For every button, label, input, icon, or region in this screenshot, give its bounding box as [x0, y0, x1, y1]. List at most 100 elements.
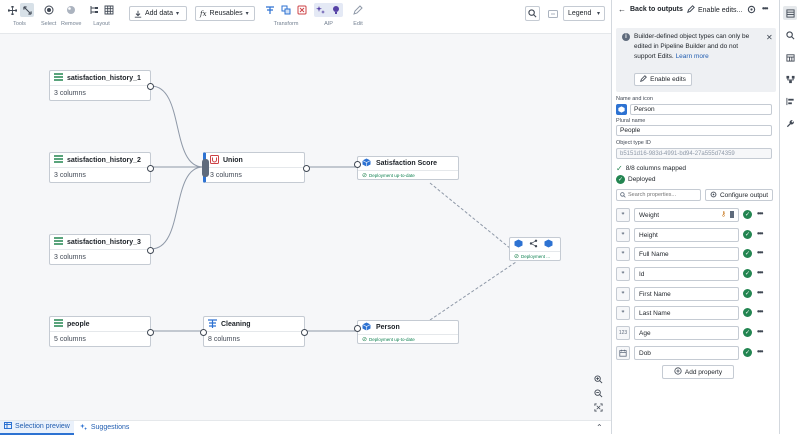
search-icon[interactable]	[525, 6, 540, 21]
chevron-down-icon: ▾	[176, 11, 180, 17]
string-type-icon[interactable]: ❞	[616, 247, 630, 261]
cube-icon	[362, 322, 371, 333]
object-node-satisfaction-score[interactable]: Satisfaction Score ⊘ Deployment up-to-dat…	[354, 156, 459, 180]
string-type-icon[interactable]: ❞	[616, 228, 630, 242]
transform-union-icon[interactable]	[279, 3, 293, 17]
edit-pencil-icon[interactable]	[351, 3, 365, 17]
more-options-icon[interactable]: •••	[757, 327, 763, 336]
more-options-icon[interactable]: •••	[757, 307, 763, 316]
object-icon-picker[interactable]	[616, 104, 627, 115]
add-data-button[interactable]: Add data ▾	[129, 6, 187, 21]
property-name[interactable]: Height	[634, 228, 739, 242]
more-options-icon[interactable]: •••	[757, 268, 763, 277]
chevron-up-icon[interactable]: ⌃	[596, 423, 603, 432]
chevron-down-icon: ▾	[245, 11, 249, 17]
legend-dropdown[interactable]: Legend ▾	[563, 6, 605, 21]
number-type-icon[interactable]: 123	[616, 326, 630, 340]
more-options-icon[interactable]: •••	[757, 209, 763, 218]
suggestions-tab[interactable]: Suggestions	[74, 423, 136, 433]
align-layers-icon[interactable]	[783, 94, 797, 108]
object-node-person[interactable]: Person ⊘ Deployment up-to-date	[354, 320, 459, 344]
dataset-node[interactable]: satisfaction_history_2 3 columns	[49, 152, 154, 183]
enable-edits-header-button[interactable]: Enable edits...	[687, 5, 742, 15]
zoom-in-icon[interactable]	[592, 373, 605, 386]
date-type-icon[interactable]	[616, 346, 630, 360]
more-options-icon[interactable]: •••	[757, 248, 763, 257]
string-type-icon[interactable]: ❞	[616, 208, 630, 222]
search-icon[interactable]	[783, 28, 797, 42]
input-port[interactable]	[354, 161, 361, 168]
pipeline-canvas[interactable]: satisfaction_history_1 3 columns satisfa…	[0, 34, 611, 420]
transform-node-union[interactable]: Union 3 columns	[202, 152, 310, 183]
transform-node-cleaning[interactable]: Cleaning 8 columns	[200, 316, 308, 347]
property-row[interactable]: ❞ Full Name ✓ •••	[616, 247, 780, 261]
output-port[interactable]	[303, 165, 310, 172]
property-name[interactable]: Last Name	[634, 306, 739, 320]
output-port[interactable]	[147, 329, 154, 336]
layout-tree-icon[interactable]	[87, 3, 101, 17]
string-type-icon[interactable]: ❞	[616, 306, 630, 320]
transform-filter-icon[interactable]	[295, 3, 309, 17]
zoom-out-icon[interactable]	[592, 387, 605, 400]
dataset-node[interactable]: satisfaction_history_3 3 columns	[49, 234, 154, 265]
more-options-icon[interactable]: •••	[757, 229, 763, 238]
object-name: Person	[376, 324, 400, 331]
input-port[interactable]	[200, 329, 207, 336]
property-name[interactable]: Age	[634, 326, 739, 340]
settings-icon[interactable]	[747, 5, 756, 16]
property-name[interactable]: Full Name	[634, 247, 739, 261]
calendar-grid-icon[interactable]	[783, 50, 797, 64]
more-options-icon[interactable]: •••	[762, 4, 768, 13]
add-property-button[interactable]: Add property	[662, 365, 734, 379]
layout-grid-icon[interactable]	[102, 3, 116, 17]
output-port[interactable]	[147, 165, 154, 172]
dataset-node[interactable]: people 5 columns	[49, 316, 154, 347]
reusables-button[interactable]: fx Reusables ▾	[195, 6, 255, 21]
selection-preview-tab[interactable]: Selection preview	[0, 420, 74, 435]
select-all-icon[interactable]	[42, 3, 56, 17]
back-to-outputs-button[interactable]: ← Back to outputs	[618, 5, 683, 14]
property-name[interactable]: Id	[634, 267, 739, 281]
graph-nodes-icon[interactable]	[783, 72, 797, 86]
property-row[interactable]: Dob ✓ •••	[616, 346, 780, 360]
output-port[interactable]	[147, 247, 154, 254]
remove-icon[interactable]	[64, 3, 78, 17]
link-node[interactable]: ⊘ Deployment ...	[509, 237, 561, 261]
plural-name-input[interactable]: People	[616, 125, 772, 136]
aip-bulb-icon[interactable]	[329, 3, 343, 17]
close-icon[interactable]: ✕	[766, 33, 773, 42]
property-name[interactable]: Dob	[634, 346, 739, 360]
transform-label: Transform	[273, 21, 299, 27]
property-row[interactable]: ❞ Last Name ✓ •••	[616, 306, 780, 320]
input-port[interactable]	[354, 325, 361, 332]
configure-output-button[interactable]: Configure output	[705, 189, 773, 201]
aip-sparkle-icon[interactable]	[314, 3, 328, 17]
enable-edits-button[interactable]: Enable edits	[634, 73, 692, 86]
right-rail	[779, 0, 800, 434]
output-port[interactable]	[147, 83, 154, 90]
more-options-icon[interactable]: •••	[757, 347, 763, 356]
property-row[interactable]: ❞ Height ✓ •••	[616, 228, 780, 242]
dataset-node[interactable]: satisfaction_history_1 3 columns	[49, 70, 154, 101]
name-input[interactable]: Person	[630, 104, 772, 115]
transform-join-icon[interactable]	[263, 3, 277, 17]
fit-view-icon[interactable]	[592, 401, 605, 414]
property-name[interactable]: First Name	[634, 287, 739, 301]
select-tool-icon[interactable]	[20, 3, 34, 17]
wrench-icon[interactable]	[783, 116, 797, 130]
input-port-group[interactable]	[202, 159, 209, 177]
learn-more-link[interactable]: Learn more	[676, 53, 709, 60]
code-view-icon[interactable]	[545, 6, 560, 21]
search-properties-field[interactable]	[616, 189, 701, 201]
string-type-icon[interactable]: ❞	[616, 287, 630, 301]
property-row[interactable]: ❞ First Name ✓ •••	[616, 287, 780, 301]
pan-tool-icon[interactable]	[5, 3, 19, 17]
property-row[interactable]: 123 Age ✓ •••	[616, 326, 780, 340]
object-table-icon[interactable]	[783, 6, 797, 20]
search-properties-input[interactable]	[628, 192, 698, 198]
output-port[interactable]	[301, 329, 308, 336]
property-row[interactable]: ❞ Id ✓ •••	[616, 267, 780, 281]
more-options-icon[interactable]: •••	[757, 288, 763, 297]
string-type-icon[interactable]: ❞	[616, 267, 630, 281]
property-row[interactable]: ❞ Weight ⚷ ✓ •••	[616, 208, 780, 222]
